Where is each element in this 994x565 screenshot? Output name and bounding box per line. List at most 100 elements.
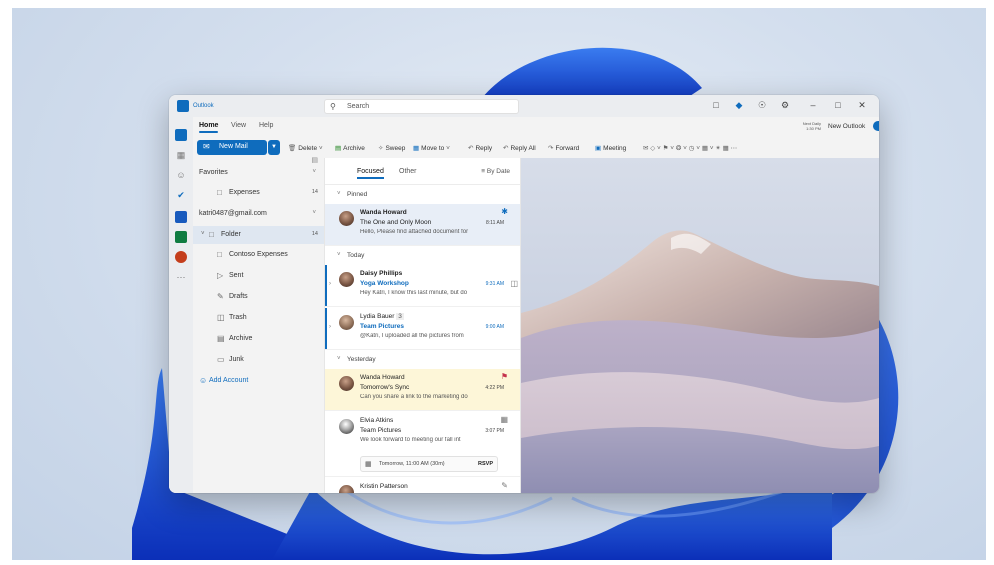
account-header[interactable]: katri0487@gmail.com ˅ [193, 205, 324, 223]
message-preview: @Katri, I uploaded all the pictures from [360, 333, 464, 339]
message-item[interactable]: Elvia Atkins ▦ Team Pictures 3:07 PM We … [325, 412, 520, 477]
app-rail: ▦ ☺ ✔ ⋯ [169, 117, 193, 493]
rsvp-button[interactable]: RSVP [478, 461, 493, 467]
avatar [339, 315, 354, 330]
more-tools-icons[interactable]: ✉ ◇ ˅ ⚑ ˅ ❂ ˅ ◷ ˅ ▦ ˅ ✴ ▦ ⋯ [643, 144, 737, 152]
sort-by-date-button[interactable]: ≡ By Date [481, 168, 510, 175]
flag-icon[interactable]: ⚑ [501, 372, 508, 381]
folder-sent[interactable]: ▷ Sent [193, 267, 324, 285]
more-apps-icon[interactable]: ⋯ [175, 271, 187, 283]
mail-app-icon[interactable] [175, 129, 187, 141]
group-header-pinned[interactable]: ˅ Pinned [325, 187, 520, 203]
folder-root[interactable]: ˅ □ Folder 14 [193, 226, 324, 244]
message-item[interactable]: Wanda Howard ✱ The One and Only Moon 8:1… [325, 204, 520, 246]
close-icon[interactable]: ✕ [855, 100, 869, 111]
reading-pane [521, 158, 879, 493]
folder-junk[interactable]: ▭ Junk [193, 351, 324, 369]
desktop-background: Outlook ⚲ Search □ ◆ ☉ ⚙ – □ ✕ ▦ ☺ ✔ ⋯ H… [12, 8, 986, 560]
add-account-button[interactable]: ☺ Add Account [193, 372, 324, 390]
meeting-button[interactable]: ▣ Meeting [595, 144, 626, 152]
avatar [339, 376, 354, 391]
bell-icon[interactable]: ☉ [755, 100, 769, 111]
app-name: Outlook [193, 103, 214, 109]
folder-icon: □ [217, 250, 222, 259]
message-preview: Hey Katri, I know this last minute, but … [360, 290, 468, 296]
minimize-icon[interactable]: – [806, 100, 820, 110]
event-card: ▦ Tomorrow, 11:00 AM (30m) RSVP [360, 456, 498, 472]
calendar-icon[interactable]: ▦ [500, 415, 508, 424]
new-mail-dropdown[interactable]: ▼ [268, 140, 280, 155]
trash-icon: 🗑 [288, 145, 297, 152]
message-item[interactable]: Kristin Patterson ✎ [325, 478, 520, 493]
message-sender: Wanda Howard [360, 209, 407, 216]
trash-icon: ◫ [217, 313, 225, 322]
tab-other[interactable]: Other [399, 168, 417, 175]
message-item[interactable]: › Daisy Phillips Yoga Workshop 9:31 AM ◫… [325, 265, 520, 307]
new-outlook-toggle[interactable] [873, 121, 879, 131]
message-subject: Team Pictures [360, 323, 404, 330]
reply-all-icon: ↶ [503, 145, 509, 152]
search-icon: ⚲ [330, 102, 336, 111]
outlook-window: Outlook ⚲ Search □ ◆ ☉ ⚙ – □ ✕ ▦ ☺ ✔ ⋯ H… [169, 95, 879, 493]
pin-icon[interactable]: ✱ [501, 207, 508, 216]
todo-icon[interactable]: ✔ [175, 189, 187, 201]
ribbon-tabs: Home View Help Next Daily 1:30 PM New Ou… [193, 117, 879, 135]
folder-drafts[interactable]: ✎ Drafts [193, 288, 324, 306]
avatar [339, 485, 354, 493]
chevron-right-icon[interactable]: › [329, 324, 331, 330]
people-icon[interactable]: ☺ [175, 169, 187, 181]
message-preview: Hello, Please find attached document for [360, 229, 469, 235]
reply-button[interactable]: ↶ Reply [468, 144, 492, 152]
new-mail-button[interactable]: ✉ New Mail [197, 140, 267, 155]
search-box[interactable]: ⚲ Search [324, 99, 519, 114]
excel-icon[interactable] [175, 231, 187, 243]
folder-archive[interactable]: ▤ Archive [193, 330, 324, 348]
thread-count: 3 [396, 313, 404, 320]
message-list-header: Focused Other ≡ By Date [325, 158, 520, 185]
reply-all-button[interactable]: ↶ Reply All [503, 144, 536, 152]
calendar-icon[interactable]: ▦ [175, 149, 187, 161]
sync-info-line2: 1:30 PM [806, 126, 821, 131]
premium-icon[interactable]: ◆ [732, 100, 746, 111]
folder-expenses[interactable]: □ Expenses 14 [193, 184, 324, 202]
whiteboard-icon[interactable]: □ [709, 100, 723, 110]
message-item[interactable]: › Lydia Bauer 3 Team Pictures 9:00 AM @K… [325, 308, 520, 350]
tab-home[interactable]: Home [199, 122, 219, 133]
word-icon[interactable] [175, 211, 187, 223]
group-header-today[interactable]: ˅ Today [325, 248, 520, 264]
chevron-down-icon: ˅ [201, 231, 205, 237]
event-time: Tomorrow, 11:00 AM (30m) [379, 461, 445, 467]
tab-view[interactable]: View [231, 122, 246, 129]
folder-contoso-expenses[interactable]: □ Contoso Expenses [193, 246, 324, 264]
message-subject: Team Pictures [360, 427, 402, 434]
collapse-pane-icon[interactable]: ▤ [311, 156, 318, 164]
reply-icon: ↶ [468, 145, 474, 152]
forward-button[interactable]: ↷ Forward [548, 144, 579, 152]
junk-icon: ▭ [217, 355, 225, 364]
delete-button[interactable]: 🗑 Delete ˅ [288, 144, 325, 152]
message-sender: Lydia Bauer 3 [360, 313, 404, 320]
folder-trash[interactable]: ◫ Trash [193, 309, 324, 327]
mail-icon: ✉ [203, 142, 210, 151]
forward-icon: ↷ [548, 145, 554, 152]
archive-button[interactable]: ▤ Archive [335, 144, 365, 152]
message-time: 9:31 AM [485, 281, 504, 287]
sweep-button[interactable]: ✧ Sweep [378, 144, 405, 152]
move-to-button[interactable]: ▦ Move to ˅ [413, 144, 452, 152]
archive-icon: ▤ [217, 334, 225, 343]
message-item[interactable]: Wanda Howard ⚑ Tomorrow's Sync 4:22 PM C… [325, 369, 520, 411]
tab-help[interactable]: Help [259, 122, 273, 129]
chevron-down-icon: ˅ [312, 210, 316, 216]
ribbon-toolbar: ✉ New Mail ▼ 🗑 Delete ˅ ▤ Archive ✧ Sweep ▦… [193, 136, 879, 158]
favorites-header[interactable]: Favorites ˅ [193, 164, 324, 182]
message-sender: Elvia Atkins [360, 417, 394, 424]
maximize-icon[interactable]: □ [831, 100, 845, 110]
powerpoint-icon[interactable] [175, 251, 187, 263]
trash-icon[interactable]: ◫ [510, 279, 518, 288]
gear-icon[interactable]: ⚙ [778, 100, 792, 111]
calendar-icon: ▦ [365, 461, 372, 468]
tab-focused[interactable]: Focused [357, 168, 384, 179]
chevron-right-icon[interactable]: › [329, 281, 331, 287]
chevron-down-icon: ˅ [337, 252, 341, 258]
group-header-yesterday[interactable]: ˅ Yesterday [325, 352, 520, 368]
